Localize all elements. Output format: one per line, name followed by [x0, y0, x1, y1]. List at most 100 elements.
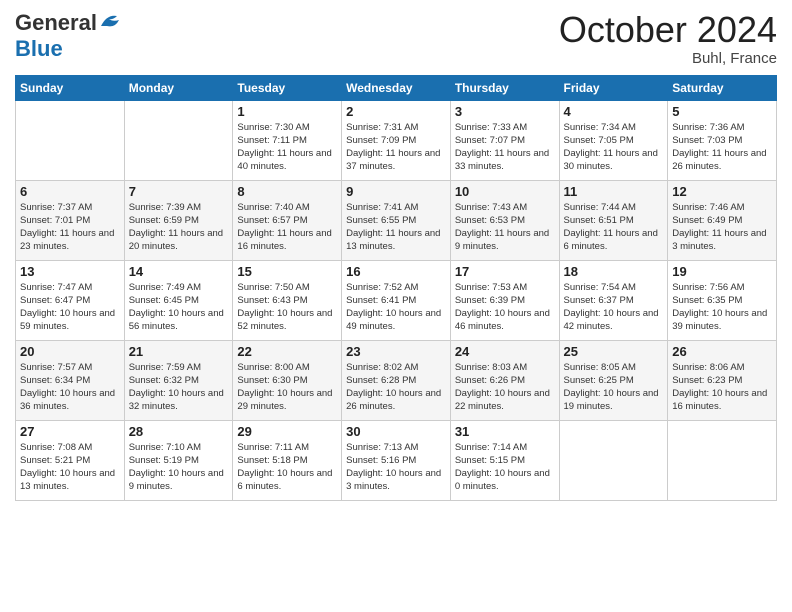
day-info: Sunrise: 8:02 AM Sunset: 6:28 PM Dayligh…	[346, 361, 446, 414]
day-number: 21	[129, 344, 229, 359]
col-sunday: Sunday	[16, 75, 125, 100]
calendar-cell-w5-d6	[559, 420, 668, 500]
calendar-cell-w1-d1	[16, 100, 125, 180]
col-monday: Monday	[124, 75, 233, 100]
day-info: Sunrise: 7:52 AM Sunset: 6:41 PM Dayligh…	[346, 281, 446, 334]
calendar-week-5: 27 Sunrise: 7:08 AM Sunset: 5:21 PM Dayli…	[16, 420, 777, 500]
day-number: 23	[346, 344, 446, 359]
day-info: Sunrise: 7:14 AM Sunset: 5:15 PM Dayligh…	[455, 441, 555, 494]
calendar-cell-w5-d5: 31 Sunrise: 7:14 AM Sunset: 5:15 PM Dayli…	[450, 420, 559, 500]
day-number: 31	[455, 424, 555, 439]
location: Buhl, France	[559, 50, 777, 67]
day-info: Sunrise: 7:53 AM Sunset: 6:39 PM Dayligh…	[455, 281, 555, 334]
month-title: October 2024	[559, 10, 777, 50]
logo: General Blue	[15, 10, 121, 62]
day-number: 13	[20, 264, 120, 279]
calendar-table: Sunday Monday Tuesday Wednesday Thursday…	[15, 75, 777, 501]
day-number: 30	[346, 424, 446, 439]
day-number: 25	[564, 344, 664, 359]
calendar-cell-w4-d4: 23 Sunrise: 8:02 AM Sunset: 6:28 PM Dayli…	[342, 340, 451, 420]
calendar-cell-w1-d3: 1 Sunrise: 7:30 AM Sunset: 7:11 PM Daylig…	[233, 100, 342, 180]
day-info: Sunrise: 7:57 AM Sunset: 6:34 PM Dayligh…	[20, 361, 120, 414]
calendar-cell-w4-d3: 22 Sunrise: 8:00 AM Sunset: 6:30 PM Dayli…	[233, 340, 342, 420]
col-wednesday: Wednesday	[342, 75, 451, 100]
day-number: 2	[346, 104, 446, 119]
day-info: Sunrise: 7:56 AM Sunset: 6:35 PM Dayligh…	[672, 281, 772, 334]
calendar-cell-w1-d6: 4Sunrise: 7:34 AM Sunset: 7:05 PM Daylig…	[559, 100, 668, 180]
day-number: 11	[564, 184, 664, 199]
day-number: 12	[672, 184, 772, 199]
calendar-cell-w3-d2: 14 Sunrise: 7:49 AM Sunset: 6:45 PM Dayli…	[124, 260, 233, 340]
calendar-cell-w3-d3: 15Sunrise: 7:50 AM Sunset: 6:43 PM Dayli…	[233, 260, 342, 340]
day-number: 16	[346, 264, 446, 279]
day-info: Sunrise: 7:10 AM Sunset: 5:19 PM Dayligh…	[129, 441, 229, 494]
calendar-week-2: 6Sunrise: 7:37 AM Sunset: 7:01 PM Daylig…	[16, 180, 777, 260]
day-number: 22	[237, 344, 337, 359]
day-number: 20	[20, 344, 120, 359]
calendar-cell-w4-d2: 21 Sunrise: 7:59 AM Sunset: 6:32 PM Dayli…	[124, 340, 233, 420]
day-info: Sunrise: 8:06 AM Sunset: 6:23 PM Dayligh…	[672, 361, 772, 414]
calendar-cell-w1-d5: 3Sunrise: 7:33 AM Sunset: 7:07 PM Daylig…	[450, 100, 559, 180]
day-info: Sunrise: 7:49 AM Sunset: 6:45 PM Dayligh…	[129, 281, 229, 334]
calendar-week-1: 1 Sunrise: 7:30 AM Sunset: 7:11 PM Daylig…	[16, 100, 777, 180]
day-number: 8	[237, 184, 337, 199]
day-info: Sunrise: 7:41 AM Sunset: 6:55 PM Dayligh…	[346, 201, 446, 254]
calendar-cell-w4-d6: 25 Sunrise: 8:05 AM Sunset: 6:25 PM Dayli…	[559, 340, 668, 420]
calendar-cell-w4-d1: 20 Sunrise: 7:57 AM Sunset: 6:34 PM Dayli…	[16, 340, 125, 420]
logo-blue: Blue	[15, 36, 63, 61]
calendar-cell-w3-d5: 17 Sunrise: 7:53 AM Sunset: 6:39 PM Dayli…	[450, 260, 559, 340]
day-number: 15	[237, 264, 337, 279]
day-number: 9	[346, 184, 446, 199]
header: General Blue October 2024 Buhl, France	[15, 10, 777, 67]
calendar-cell-w2-d2: 7Sunrise: 7:39 AM Sunset: 6:59 PM Daylig…	[124, 180, 233, 260]
calendar-cell-w4-d5: 24Sunrise: 8:03 AM Sunset: 6:26 PM Dayli…	[450, 340, 559, 420]
day-number: 14	[129, 264, 229, 279]
day-number: 10	[455, 184, 555, 199]
calendar-cell-w3-d6: 18 Sunrise: 7:54 AM Sunset: 6:37 PM Dayli…	[559, 260, 668, 340]
calendar-cell-w5-d1: 27 Sunrise: 7:08 AM Sunset: 5:21 PM Dayli…	[16, 420, 125, 500]
day-info: Sunrise: 8:05 AM Sunset: 6:25 PM Dayligh…	[564, 361, 664, 414]
calendar-header-row: Sunday Monday Tuesday Wednesday Thursday…	[16, 75, 777, 100]
day-info: Sunrise: 7:59 AM Sunset: 6:32 PM Dayligh…	[129, 361, 229, 414]
day-info: Sunrise: 7:13 AM Sunset: 5:16 PM Dayligh…	[346, 441, 446, 494]
day-number: 28	[129, 424, 229, 439]
day-number: 29	[237, 424, 337, 439]
calendar-cell-w5-d3: 29 Sunrise: 7:11 AM Sunset: 5:18 PM Dayli…	[233, 420, 342, 500]
calendar-cell-w3-d1: 13 Sunrise: 7:47 AM Sunset: 6:47 PM Dayli…	[16, 260, 125, 340]
day-number: 18	[564, 264, 664, 279]
day-number: 27	[20, 424, 120, 439]
day-number: 1	[237, 104, 337, 119]
logo-bird-icon	[99, 12, 121, 30]
day-number: 3	[455, 104, 555, 119]
page: General Blue October 2024 Buhl, France S…	[0, 0, 792, 612]
title-area: October 2024 Buhl, France	[559, 10, 777, 67]
day-info: Sunrise: 7:46 AM Sunset: 6:49 PM Dayligh…	[672, 201, 772, 254]
calendar-week-4: 20 Sunrise: 7:57 AM Sunset: 6:34 PM Dayli…	[16, 340, 777, 420]
col-tuesday: Tuesday	[233, 75, 342, 100]
day-info: Sunrise: 7:31 AM Sunset: 7:09 PM Dayligh…	[346, 121, 446, 174]
col-friday: Friday	[559, 75, 668, 100]
day-info: Sunrise: 7:30 AM Sunset: 7:11 PM Dayligh…	[237, 121, 337, 174]
col-thursday: Thursday	[450, 75, 559, 100]
day-number: 17	[455, 264, 555, 279]
day-info: Sunrise: 7:43 AM Sunset: 6:53 PM Dayligh…	[455, 201, 555, 254]
day-number: 19	[672, 264, 772, 279]
day-info: Sunrise: 7:11 AM Sunset: 5:18 PM Dayligh…	[237, 441, 337, 494]
day-info: Sunrise: 7:36 AM Sunset: 7:03 PM Dayligh…	[672, 121, 772, 174]
calendar-cell-w2-d4: 9 Sunrise: 7:41 AM Sunset: 6:55 PM Daylig…	[342, 180, 451, 260]
calendar-cell-w3-d7: 19 Sunrise: 7:56 AM Sunset: 6:35 PM Dayli…	[668, 260, 777, 340]
calendar-cell-w1-d7: 5Sunrise: 7:36 AM Sunset: 7:03 PM Daylig…	[668, 100, 777, 180]
day-info: Sunrise: 7:54 AM Sunset: 6:37 PM Dayligh…	[564, 281, 664, 334]
logo-general: General	[15, 10, 97, 36]
calendar-cell-w5-d4: 30 Sunrise: 7:13 AM Sunset: 5:16 PM Dayli…	[342, 420, 451, 500]
calendar-cell-w2-d6: 11 Sunrise: 7:44 AM Sunset: 6:51 PM Dayli…	[559, 180, 668, 260]
day-number: 26	[672, 344, 772, 359]
day-info: Sunrise: 7:44 AM Sunset: 6:51 PM Dayligh…	[564, 201, 664, 254]
day-info: Sunrise: 7:08 AM Sunset: 5:21 PM Dayligh…	[20, 441, 120, 494]
day-info: Sunrise: 8:00 AM Sunset: 6:30 PM Dayligh…	[237, 361, 337, 414]
day-info: Sunrise: 7:47 AM Sunset: 6:47 PM Dayligh…	[20, 281, 120, 334]
day-number: 7	[129, 184, 229, 199]
day-number: 6	[20, 184, 120, 199]
calendar-cell-w2-d7: 12 Sunrise: 7:46 AM Sunset: 6:49 PM Dayli…	[668, 180, 777, 260]
calendar-cell-w4-d7: 26 Sunrise: 8:06 AM Sunset: 6:23 PM Dayli…	[668, 340, 777, 420]
